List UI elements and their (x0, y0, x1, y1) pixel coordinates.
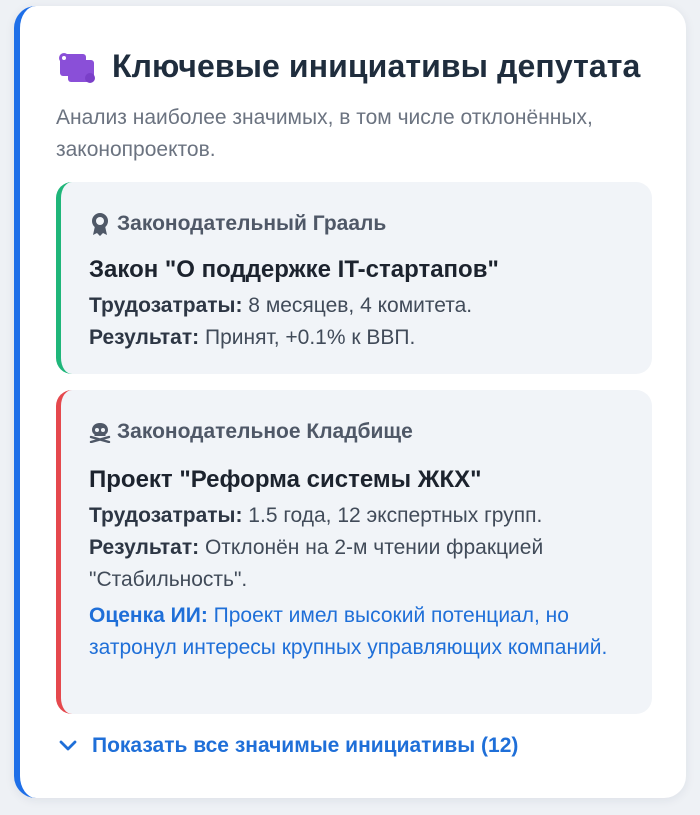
initiative-kind-label: Законодательное Кладбище (117, 420, 413, 443)
effort-value: 1.5 года, 12 экспертных групп. (242, 504, 543, 527)
skull-crossbones-icon (89, 420, 111, 444)
show-all-label: Показать все значимые инициативы (12) (92, 734, 519, 757)
bill-title: Закон "О поддержке IT-стартапов" (89, 256, 499, 283)
award-icon (89, 212, 111, 236)
initiative-card-grail: Законодательный Грааль Закон "О поддержк… (56, 182, 652, 374)
initiative-kind-label: Законодательный Грааль (117, 212, 387, 235)
result-line: Результат: Принят, +0.1% к ВВП. (89, 322, 629, 354)
bill-title: Проект "Реформа системы ЖКХ" (89, 466, 482, 493)
initiatives-card: Ключевые инициативы депутата Анализ наиб… (14, 6, 686, 798)
effort-label: Трудозатраты: (89, 294, 243, 317)
result-value: Принят, +0.1% к ВВП. (199, 326, 416, 349)
effort-label: Трудозатраты: (89, 504, 243, 527)
show-all-initiatives-button[interactable]: Показать все значимые инициативы (12) (56, 734, 518, 758)
effort-value: 8 месяцев, 4 комитета. (242, 294, 473, 317)
chevron-down-icon (56, 734, 80, 758)
result-label: Результат: (89, 536, 200, 559)
page-title: Ключевые инициативы депутата (112, 48, 641, 84)
initiative-card-graveyard: Законодательное Кладбище Проект "Реформа… (56, 390, 652, 714)
ai-assessment-label: Оценка ИИ: (89, 604, 208, 627)
card-header: Ключевые инициативы депутата (56, 48, 640, 85)
initiative-kind: Законодательное Кладбище (89, 420, 413, 444)
result-line: Результат: Отклонён на 2-м чтении фракци… (89, 532, 629, 596)
page-subtitle: Анализ наиболее значимых, в том числе от… (56, 106, 593, 161)
ai-assessment-line: Оценка ИИ: Проект имел высокий потенциал… (89, 600, 629, 664)
effort-line: Трудозатраты: 8 месяцев, 4 комитета. (89, 290, 629, 322)
scroll-icon (56, 49, 96, 85)
effort-line: Трудозатраты: 1.5 года, 12 экспертных гр… (89, 500, 629, 532)
initiative-kind: Законодательный Грааль (89, 212, 386, 236)
result-label: Результат: (89, 326, 200, 349)
